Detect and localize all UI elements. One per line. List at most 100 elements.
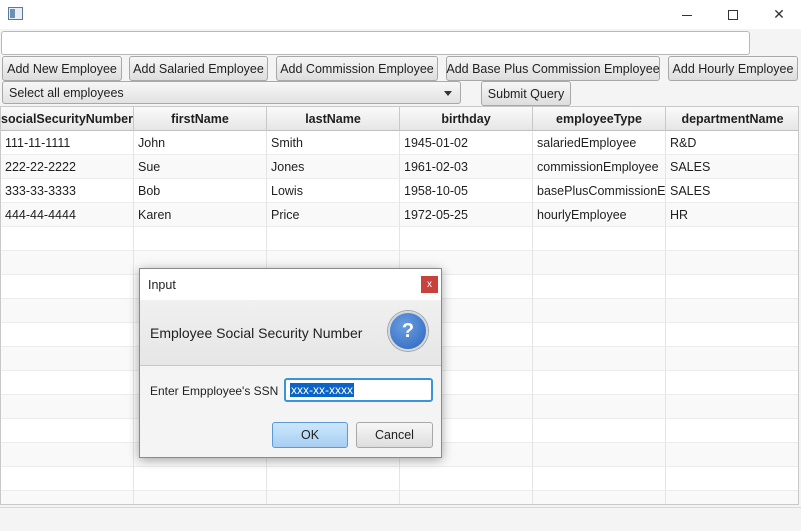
table-cell: SALES xyxy=(666,155,798,179)
table-cell: 333-33-3333 xyxy=(1,179,134,203)
add-new-employee-button[interactable]: Add New Employee xyxy=(2,56,122,81)
table-cell xyxy=(1,371,134,395)
table-cell: Price xyxy=(267,203,400,227)
table-cell xyxy=(533,371,666,395)
ssn-input[interactable]: xxx-xx-xxxx xyxy=(284,378,433,402)
cancel-button[interactable]: Cancel xyxy=(356,422,433,448)
table-row[interactable]: 444-44-4444 Karen Price 1972-05-25 hourlyEmp… xyxy=(1,203,798,227)
table-cell xyxy=(666,299,798,323)
minimize-icon xyxy=(682,15,692,16)
table-cell xyxy=(1,419,134,443)
table-cell: 1945-01-02 xyxy=(400,131,533,155)
table-cell xyxy=(533,395,666,419)
table-cell: Bob xyxy=(134,179,267,203)
table-cell xyxy=(666,443,798,467)
column-header[interactable]: firstName xyxy=(134,107,267,131)
table-cell: R&D xyxy=(666,131,798,155)
table-cell xyxy=(1,299,134,323)
table-cell xyxy=(1,347,134,371)
add-salaried-employee-button[interactable]: Add Salaried Employee xyxy=(129,56,268,81)
table-cell xyxy=(666,395,798,419)
input-dialog: Input x Employee Social Security Number … xyxy=(139,268,442,458)
table-cell xyxy=(533,491,666,504)
table-cell xyxy=(400,227,533,251)
table-cell xyxy=(666,251,798,275)
ssn-field-label: Enter Empployee's SSN xyxy=(150,384,279,398)
close-icon: x xyxy=(427,279,432,290)
table-cell xyxy=(134,467,267,491)
add-hourly-employee-button[interactable]: Add Hourly Employee xyxy=(668,56,798,81)
add-commission-employee-button[interactable]: Add Commission Employee xyxy=(276,56,438,81)
table-cell xyxy=(1,251,134,275)
table-cell: 444-44-4444 xyxy=(1,203,134,227)
column-header[interactable]: lastName xyxy=(267,107,400,131)
status-bar xyxy=(0,507,801,531)
table-cell: John xyxy=(134,131,267,155)
table-row[interactable]: 222-22-2222 Sue Jones 1961-02-03 commissionE… xyxy=(1,155,798,179)
table-cell: Smith xyxy=(267,131,400,155)
table-cell: 1961-02-03 xyxy=(400,155,533,179)
query-select[interactable]: Select all employees xyxy=(2,81,461,104)
table-cell: 111-11-1111 xyxy=(1,131,134,155)
dialog-header-text: Employee Social Security Number xyxy=(150,325,363,341)
table-cell xyxy=(666,419,798,443)
table-cell xyxy=(267,467,400,491)
table-cell xyxy=(1,275,134,299)
table-cell: Jones xyxy=(267,155,400,179)
submit-query-button[interactable]: Submit Query xyxy=(481,81,571,106)
table-row[interactable]: 111-11-1111 John Smith 1945-01-02 salariedEm… xyxy=(1,131,798,155)
dialog-close-button[interactable]: x xyxy=(421,276,438,293)
dialog-header: Employee Social Security Number ? xyxy=(140,300,441,366)
column-header[interactable]: departmentName xyxy=(666,107,798,131)
table-cell: 1972-05-25 xyxy=(400,203,533,227)
table-cell xyxy=(666,467,798,491)
table-cell xyxy=(533,443,666,467)
maximize-button[interactable] xyxy=(710,0,756,29)
chevron-down-icon xyxy=(444,91,452,96)
table-cell: Sue xyxy=(134,155,267,179)
table-cell xyxy=(533,299,666,323)
table-cell: Lowis xyxy=(267,179,400,203)
table-cell xyxy=(533,275,666,299)
table-cell: HR xyxy=(666,203,798,227)
table-cell xyxy=(1,491,134,504)
table-cell xyxy=(134,227,267,251)
empty-table-row[interactable] xyxy=(1,227,798,251)
table-cell xyxy=(533,419,666,443)
empty-table-row[interactable] xyxy=(1,467,798,491)
table-row[interactable]: 333-33-3333 Bob Lowis 1958-10-05 basePlusCom… xyxy=(1,179,798,203)
table-cell: 222-22-2222 xyxy=(1,155,134,179)
table-cell xyxy=(533,227,666,251)
table-cell xyxy=(134,491,267,504)
table-cell xyxy=(666,323,798,347)
table-cell xyxy=(666,347,798,371)
column-header[interactable]: socialSecurityNumber xyxy=(1,107,134,131)
table-cell: salariedEmployee xyxy=(533,131,666,155)
query-input[interactable] xyxy=(1,31,750,55)
minimize-button[interactable] xyxy=(664,0,710,29)
title-bar: ✕ xyxy=(0,0,801,29)
close-icon: ✕ xyxy=(773,6,785,22)
table-cell: hourlyEmployee xyxy=(533,203,666,227)
table-cell xyxy=(1,227,134,251)
table-cell xyxy=(1,395,134,419)
table-cell xyxy=(267,227,400,251)
table-cell xyxy=(1,323,134,347)
ok-button[interactable]: OK xyxy=(272,422,348,448)
column-header[interactable]: employeeType xyxy=(533,107,666,131)
table-cell xyxy=(400,467,533,491)
table-cell xyxy=(666,227,798,251)
table-cell: commissionEmployee xyxy=(533,155,666,179)
table-header: socialSecurityNumber firstName lastName … xyxy=(1,107,798,131)
table-cell xyxy=(1,467,134,491)
table-cell xyxy=(400,491,533,504)
table-cell xyxy=(267,491,400,504)
empty-table-row[interactable] xyxy=(1,491,798,504)
dialog-title-bar: Input x xyxy=(140,269,441,300)
close-button[interactable]: ✕ xyxy=(756,0,801,29)
table-cell xyxy=(533,347,666,371)
add-base-plus-commission-employee-button[interactable]: Add Base Plus Commission Employee xyxy=(446,56,660,81)
table-cell: SALES xyxy=(666,179,798,203)
column-header[interactable]: birthday xyxy=(400,107,533,131)
table-cell: 1958-10-05 xyxy=(400,179,533,203)
